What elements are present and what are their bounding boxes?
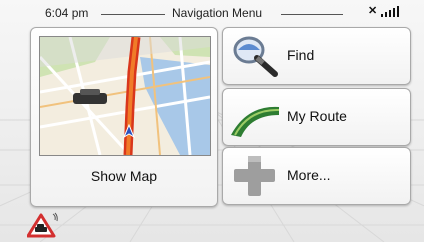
- signal-strength-icon: [381, 14, 384, 17]
- status-header: 6:04 pm Navigation Menu ✕: [0, 0, 424, 24]
- plus-icon: [234, 156, 275, 196]
- show-map-button[interactable]: Show Map: [30, 27, 218, 207]
- signal-status: ✕: [368, 5, 400, 17]
- header-divider-left: [101, 14, 165, 15]
- page-title: Navigation Menu: [172, 6, 263, 20]
- my-route-button[interactable]: My Route: [222, 88, 411, 146]
- map-preview-graphic: [40, 37, 210, 155]
- satellite-icon: ✕: [368, 5, 378, 17]
- magnifier-icon: [233, 36, 278, 77]
- route-icon: [231, 106, 279, 137]
- clock: 6:04 pm: [45, 6, 89, 20]
- find-label: Find: [287, 47, 315, 63]
- my-route-label: My Route: [287, 108, 347, 124]
- header-divider-right: [281, 14, 343, 15]
- map-preview: [39, 36, 211, 156]
- traffic-warning-icon[interactable]: [27, 212, 59, 238]
- find-button[interactable]: Find: [222, 27, 411, 85]
- more-button[interactable]: More...: [222, 147, 411, 205]
- show-map-label: Show Map: [90, 168, 158, 184]
- more-label: More...: [287, 167, 331, 183]
